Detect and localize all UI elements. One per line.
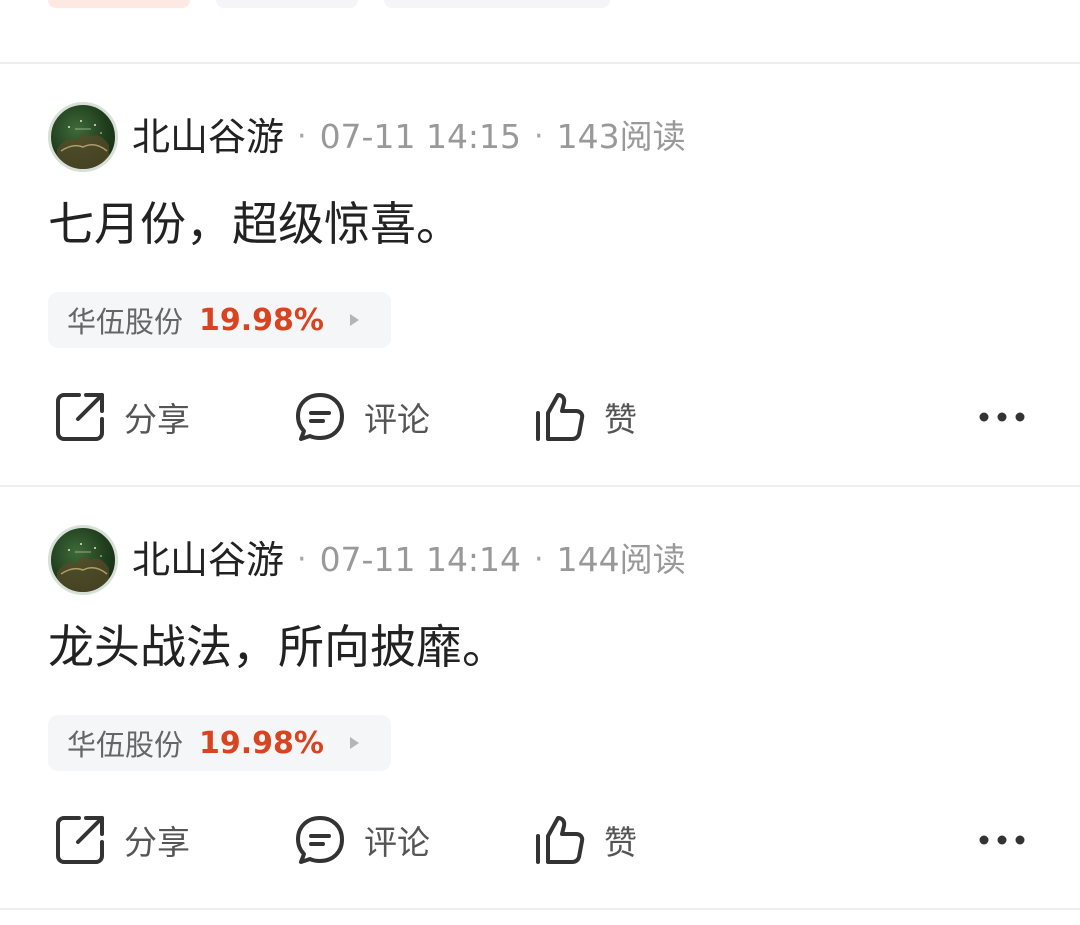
- more-icon: [978, 408, 1026, 427]
- stock-change: 19.98%: [199, 725, 324, 761]
- top-tag-stub[interactable]: [48, 0, 190, 8]
- thumbs-up-icon: [532, 812, 588, 868]
- share-button[interactable]: 分享: [52, 387, 190, 447]
- avatar[interactable]: [48, 525, 118, 595]
- stock-name: 华伍股份: [67, 305, 184, 339]
- meta-separator: ·: [534, 119, 544, 154]
- play-arrow-icon: [349, 314, 359, 326]
- like-button[interactable]: 赞: [532, 387, 637, 447]
- share-label: 分享: [124, 400, 190, 439]
- share-icon: [52, 389, 108, 445]
- share-button[interactable]: 分享: [52, 810, 190, 870]
- avatar[interactable]: [48, 102, 118, 172]
- thumbs-up-icon: [532, 389, 588, 445]
- meta-separator: ·: [534, 542, 544, 577]
- comment-label: 评论: [364, 823, 430, 862]
- more-icon: [978, 831, 1026, 850]
- post-card[interactable]: 北山谷游 · 07-11 14:14 · 144阅读 龙头战法，所向披靡。 华伍…: [0, 487, 1080, 907]
- share-icon: [52, 812, 108, 868]
- top-tag-stub[interactable]: [384, 0, 610, 8]
- stock-change: 19.98%: [199, 302, 324, 338]
- post-header: 北山谷游 · 07-11 14:14 · 144阅读: [48, 525, 686, 595]
- author-name[interactable]: 北山谷游: [132, 525, 284, 595]
- more-button[interactable]: [974, 812, 1030, 868]
- comment-icon: [292, 812, 348, 868]
- like-label: 赞: [604, 823, 637, 862]
- share-label: 分享: [124, 823, 190, 862]
- post-header: 北山谷游 · 07-11 14:15 · 143阅读: [48, 102, 686, 172]
- comment-button[interactable]: 评论: [292, 810, 430, 870]
- post-time: 07-11 14:14: [319, 540, 522, 579]
- divider: [0, 908, 1080, 910]
- top-tag-stub[interactable]: [216, 0, 358, 8]
- post-content[interactable]: 龙头战法，所向披靡。: [48, 617, 508, 677]
- read-count: 143阅读: [556, 117, 686, 156]
- comment-label: 评论: [364, 400, 430, 439]
- more-button[interactable]: [974, 389, 1030, 445]
- author-name[interactable]: 北山谷游: [132, 102, 284, 172]
- comment-button[interactable]: 评论: [292, 387, 430, 447]
- play-arrow-icon: [349, 737, 359, 749]
- stock-tag[interactable]: 华伍股份 19.98%: [48, 715, 391, 771]
- meta-separator: ·: [297, 542, 307, 577]
- stock-name: 华伍股份: [67, 728, 184, 762]
- stock-tag[interactable]: 华伍股份 19.98%: [48, 292, 391, 348]
- like-label: 赞: [604, 400, 637, 439]
- post-content[interactable]: 七月份，超级惊喜。: [48, 194, 462, 254]
- post-time: 07-11 14:15: [319, 117, 522, 156]
- post-card[interactable]: 北山谷游 · 07-11 14:15 · 143阅读 七月份，超级惊喜。 华伍股…: [0, 64, 1080, 484]
- meta-separator: ·: [297, 119, 307, 154]
- comment-icon: [292, 389, 348, 445]
- read-count: 144阅读: [556, 540, 686, 579]
- like-button[interactable]: 赞: [532, 810, 637, 870]
